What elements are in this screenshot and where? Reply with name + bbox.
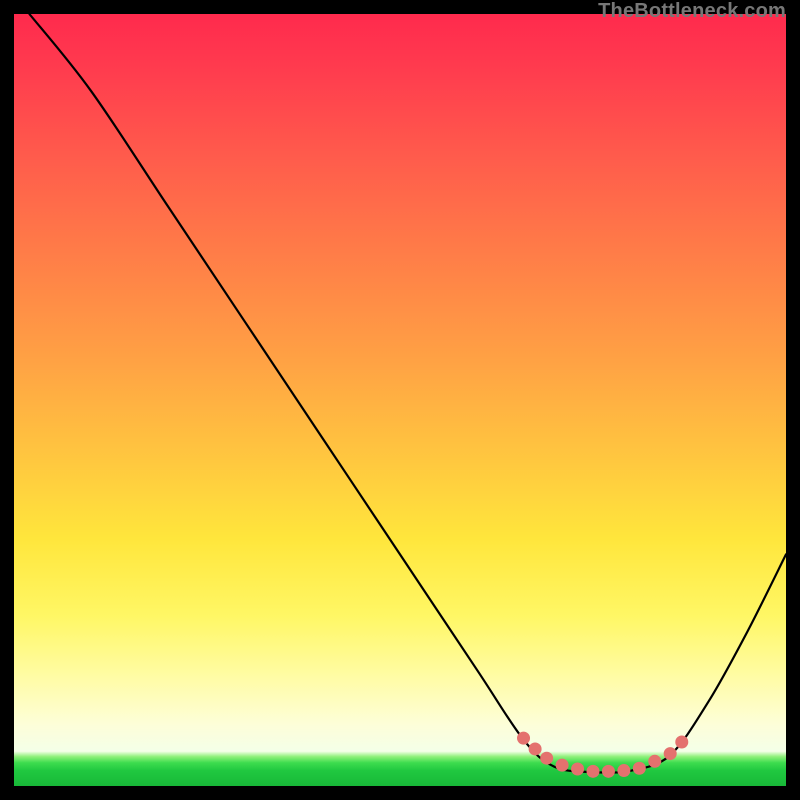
valley-dot xyxy=(602,765,615,778)
valley-dot xyxy=(675,735,688,748)
chart-svg xyxy=(14,14,786,786)
valley-dot xyxy=(529,742,542,755)
valley-dot xyxy=(571,763,584,776)
valley-dots xyxy=(517,732,688,778)
valley-dot xyxy=(556,759,569,772)
plot-area xyxy=(14,14,786,786)
valley-dot xyxy=(587,765,600,778)
watermark-text: TheBottleneck.com xyxy=(598,0,786,23)
main-curve xyxy=(29,14,786,773)
valley-dot xyxy=(617,764,630,777)
valley-dot xyxy=(517,732,530,745)
chart-frame: TheBottleneck.com xyxy=(0,0,800,800)
valley-dot xyxy=(633,762,646,775)
valley-dot xyxy=(648,755,661,768)
valley-dot xyxy=(540,752,553,765)
valley-dot xyxy=(664,747,677,760)
